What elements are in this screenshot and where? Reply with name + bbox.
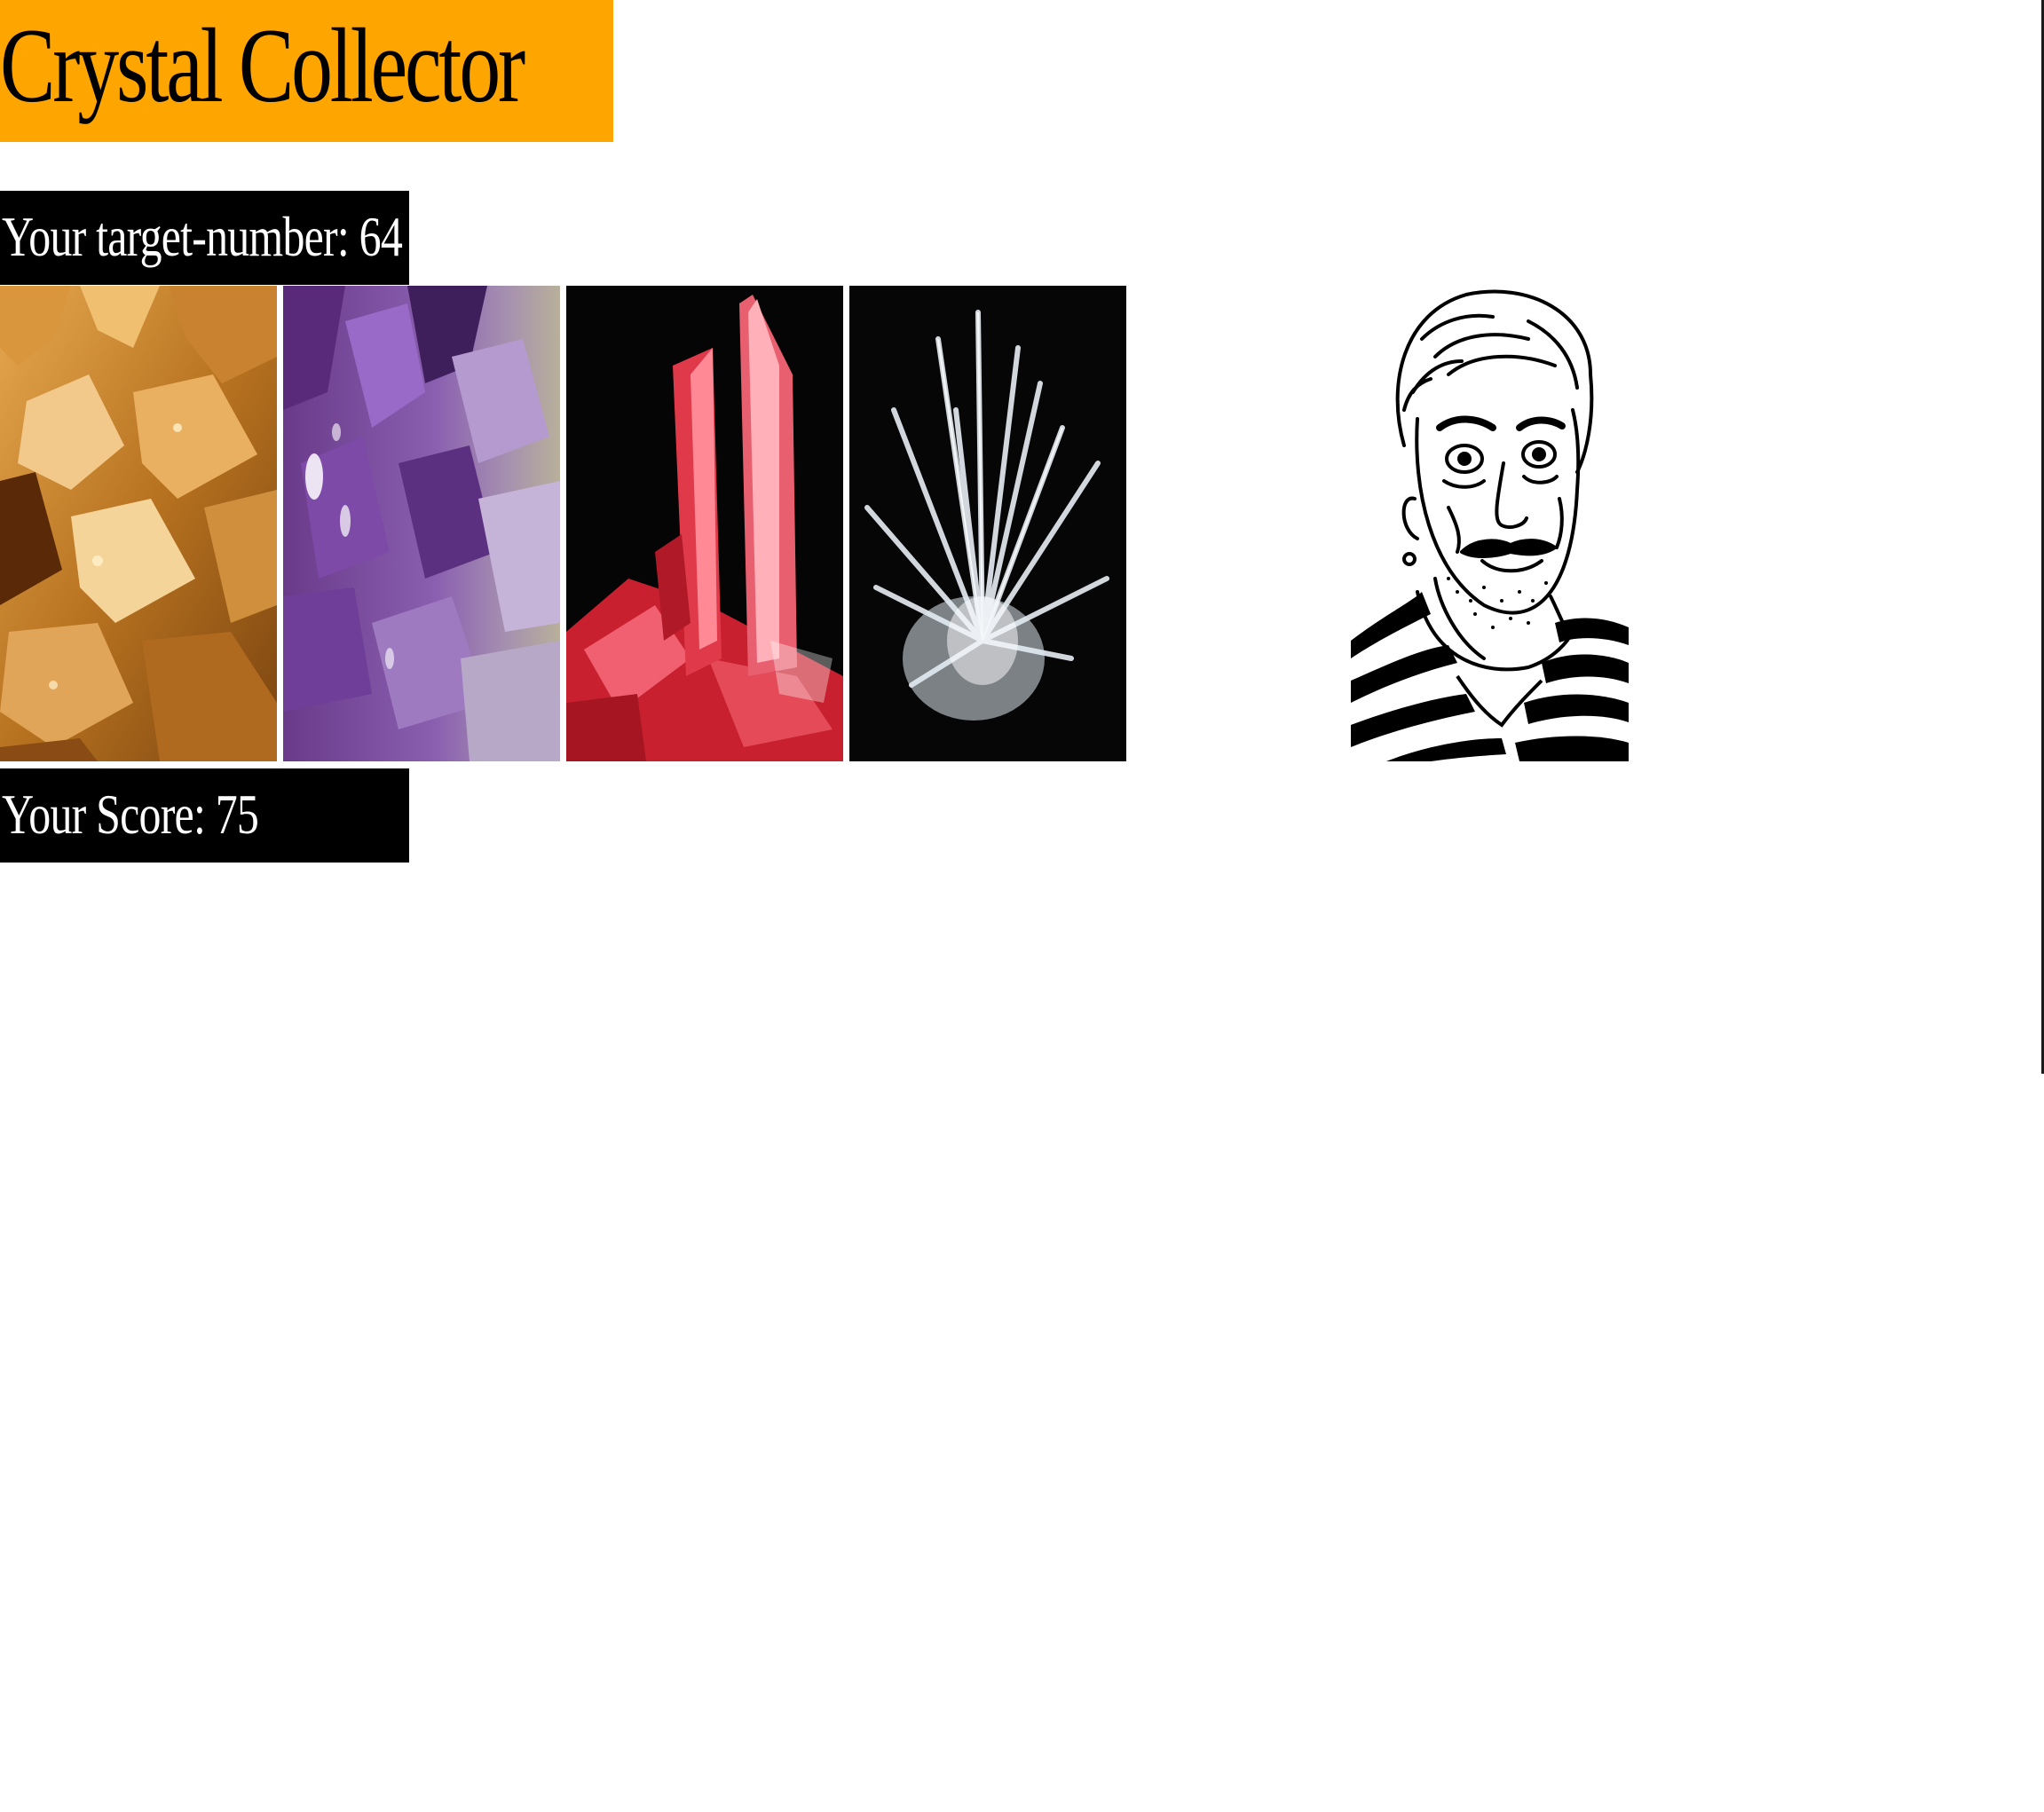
crystal-button-amethyst[interactable] [283, 286, 560, 761]
target-number-label: Your target-number: 64 [2, 205, 403, 268]
target-number-box: Your target-number: 64 [0, 191, 409, 285]
header-banner: Crystal Collector [0, 0, 613, 142]
quartz-crystal-icon [849, 286, 1126, 761]
crystal-button-quartz[interactable] [849, 286, 1126, 761]
amber-crystal-icon [0, 286, 277, 761]
page-title: Crystal Collector [0, 6, 525, 124]
ruby-crystal-icon [566, 286, 843, 761]
amethyst-crystal-icon [283, 286, 560, 761]
crystal-button-amber[interactable] [0, 286, 277, 761]
score-label: Your Score: 75 [2, 783, 259, 846]
score-box: Your Score: 75 [0, 768, 409, 863]
crystal-button-ruby[interactable] [566, 286, 843, 761]
portrait-drawing-icon [1351, 286, 1629, 761]
portrait-illustration [1351, 286, 1629, 761]
